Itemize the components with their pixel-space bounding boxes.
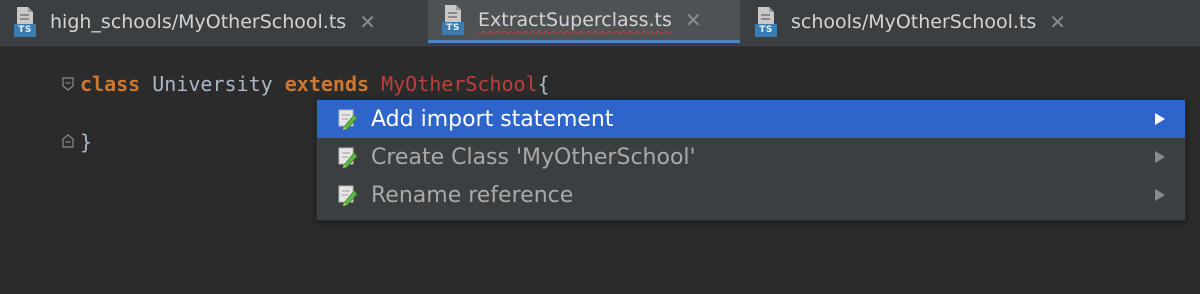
code-line-class-declaration[interactable]: class University extends MyOtherSchool{ [80, 71, 550, 97]
pencil-icon [338, 147, 358, 168]
editor-tab-bar: TS high_schools/MyOtherSchool.ts ✕ TS Ex… [0, 0, 1200, 47]
fold-close-icon[interactable] [62, 134, 74, 148]
close-icon[interactable]: ✕ [359, 10, 376, 34]
close-icon[interactable]: ✕ [685, 8, 702, 32]
tab-label: high_schools/MyOtherSchool.ts [50, 10, 347, 33]
tab-extractsuperclass[interactable]: TS ExtractSuperclass.ts ✕ [428, 0, 740, 43]
typescript-file-icon: TS [755, 6, 779, 37]
submenu-arrow-icon[interactable] [1155, 189, 1165, 201]
class-name: University [152, 72, 273, 96]
menu-item-add-import[interactable]: Add import statement [317, 100, 1185, 138]
tab-label: ExtractSuperclass.ts [478, 9, 672, 31]
tab-high-schools-myotherschool[interactable]: TS high_schools/MyOtherSchool.ts ✕ [0, 0, 428, 43]
menu-item-label: Create Class 'MyOtherSchool' [371, 144, 696, 170]
unresolved-superclass[interactable]: MyOtherSchool [381, 72, 538, 96]
menu-item-rename-reference[interactable]: Rename reference [317, 176, 1185, 214]
keyword-extends: extends [284, 72, 370, 96]
tab-label: schools/MyOtherSchool.ts [791, 10, 1037, 33]
quick-fix-popup: Add import statement Create Class 'MyOth… [316, 99, 1186, 221]
keyword-class: class [80, 72, 141, 96]
close-icon[interactable]: ✕ [1049, 10, 1066, 34]
close-brace: } [80, 130, 93, 154]
typescript-file-icon: TS [14, 6, 38, 37]
menu-item-label: Rename reference [371, 182, 574, 208]
code-line-close[interactable]: } [80, 129, 92, 155]
fold-open-icon[interactable] [62, 77, 74, 91]
menu-item-label: Add import statement [371, 106, 614, 132]
pencil-icon [338, 185, 358, 206]
typescript-file-icon: TS [442, 5, 466, 35]
open-brace: { [537, 72, 550, 96]
submenu-arrow-icon[interactable] [1155, 151, 1165, 163]
pencil-icon [338, 109, 358, 130]
menu-item-create-class[interactable]: Create Class 'MyOtherSchool' [317, 138, 1185, 176]
tab-schools-myotherschool[interactable]: TS schools/MyOtherSchool.ts ✕ [741, 0, 1109, 43]
submenu-arrow-icon[interactable] [1155, 113, 1165, 125]
